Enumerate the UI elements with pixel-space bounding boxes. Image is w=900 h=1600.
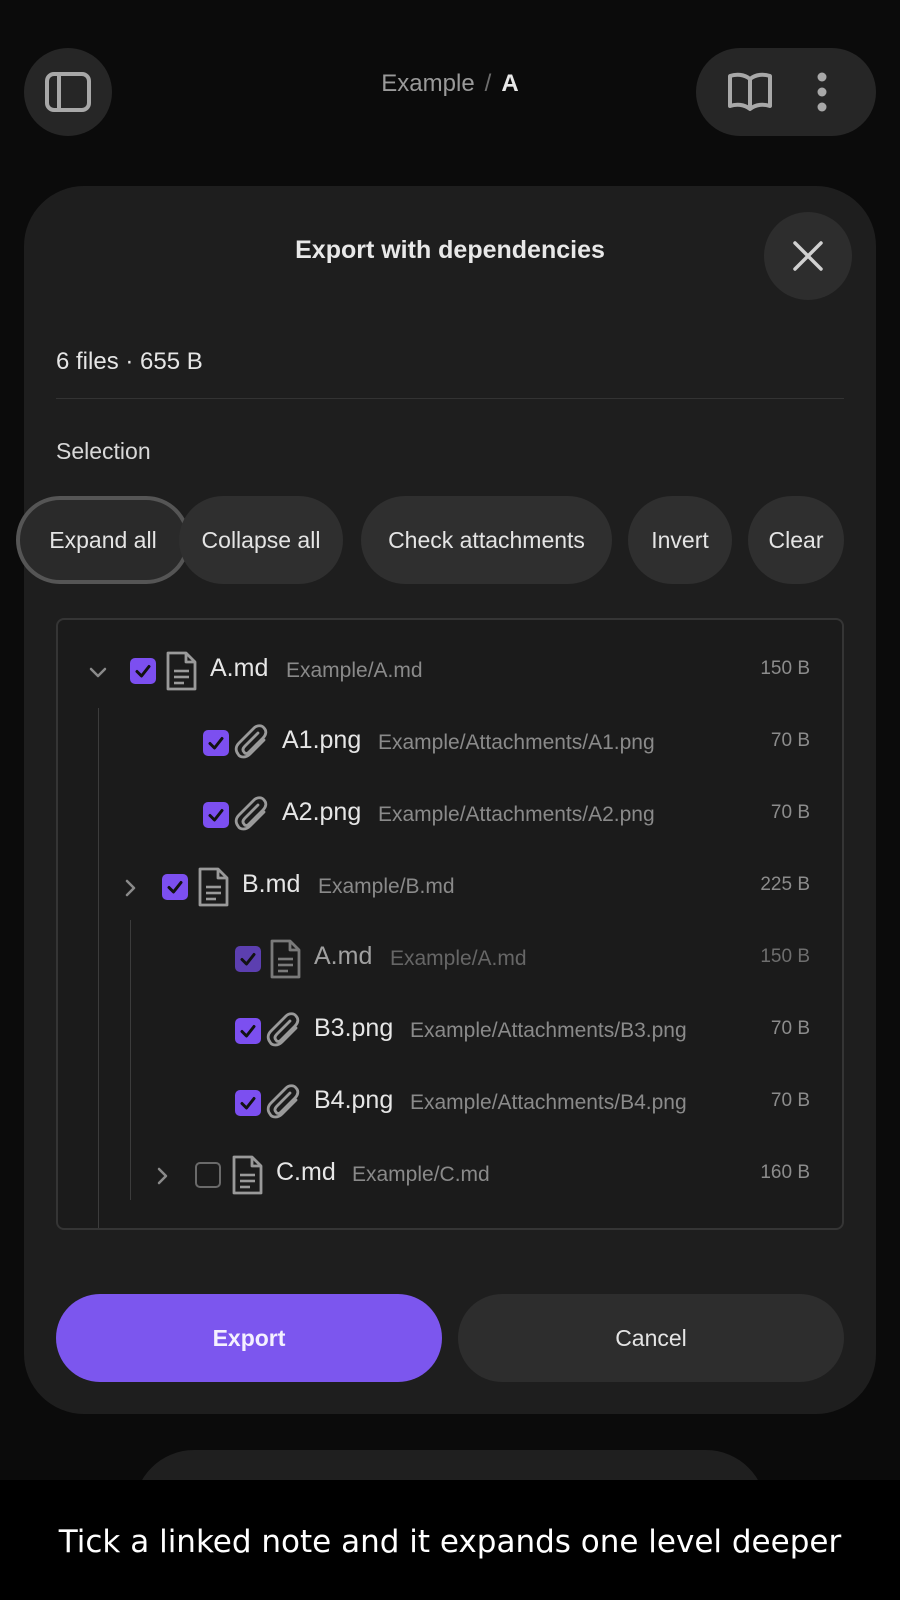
- selection-actions: Expand all Collapse all Check attachment…: [16, 496, 876, 586]
- check-icon: [208, 809, 224, 822]
- file-name: C.md: [276, 1158, 336, 1186]
- selection-heading: Selection: [56, 438, 151, 464]
- row-checkbox[interactable]: [162, 874, 188, 900]
- check-icon: [240, 1097, 256, 1110]
- file-path: Example/Attachments/A2.png: [378, 803, 655, 826]
- file-path: Example/B.md: [318, 875, 455, 898]
- tree-row[interactable]: A1.png Example/Attachments/A1.png 70 B: [58, 708, 842, 780]
- tree-row[interactable]: A.md Example/A.md 150 B: [58, 636, 842, 708]
- tree-row[interactable]: A2.png Example/Attachments/A2.png 70 B: [58, 780, 842, 852]
- divider: [56, 398, 844, 399]
- file-size: 160 B: [760, 1162, 810, 1183]
- file-path: Example/A.md: [390, 947, 527, 970]
- more-options-button[interactable]: [792, 62, 852, 122]
- row-checkbox[interactable]: [235, 946, 261, 972]
- file-path: Example/Attachments/B4.png: [410, 1091, 687, 1114]
- breadcrumb-parent[interactable]: Example: [381, 70, 474, 97]
- file-name: B3.png: [314, 1014, 394, 1042]
- file-size: 150 B: [760, 658, 810, 679]
- check-attachments-button[interactable]: Check attachments: [361, 496, 612, 584]
- row-checkbox[interactable]: [235, 1018, 261, 1044]
- file-text-icon: [232, 1155, 263, 1195]
- file-name: A1.png: [282, 726, 362, 754]
- chevron-down-icon[interactable]: [86, 660, 110, 684]
- export-summary: 6 files · 655 B: [56, 348, 203, 375]
- check-icon: [240, 1025, 256, 1038]
- breadcrumb-current: A: [501, 70, 519, 97]
- file-text-icon: [166, 651, 197, 691]
- file-name: B4.png: [314, 1086, 394, 1114]
- screen: Example / A Export with dependencies 6 fil…: [0, 0, 900, 1600]
- caption-text: Tick a linked note and it expands one le…: [58, 1524, 842, 1560]
- dialog-title: Export with dependencies: [295, 236, 605, 264]
- check-icon: [135, 665, 151, 678]
- row-checkbox[interactable]: [203, 802, 229, 828]
- paperclip-icon: [266, 1012, 300, 1047]
- file-name: B.md: [242, 870, 301, 898]
- tree-row[interactable]: B.md Example/B.md 225 B: [58, 852, 842, 924]
- file-path: Example/A.md: [286, 659, 423, 682]
- breadcrumb-separator: /: [484, 70, 492, 97]
- chevron-right-icon[interactable]: [150, 1164, 174, 1188]
- row-checkbox[interactable]: [195, 1162, 221, 1188]
- invert-button[interactable]: Invert: [628, 496, 732, 584]
- file-text-icon: [270, 939, 301, 979]
- check-icon: [167, 881, 183, 894]
- cancel-button[interactable]: Cancel: [458, 1294, 844, 1382]
- file-size: 70 B: [770, 730, 810, 751]
- tree-row[interactable]: B3.png Example/Attachments/B3.png 70 B: [58, 996, 842, 1068]
- paperclip-icon: [266, 1084, 300, 1119]
- tree-row[interactable]: C.md Example/C.md 160 B: [58, 1140, 842, 1212]
- header-actions: [696, 48, 876, 136]
- row-checkbox[interactable]: [203, 730, 229, 756]
- reading-view-button[interactable]: [720, 62, 780, 122]
- file-size: 70 B: [770, 1090, 810, 1111]
- file-size: 70 B: [770, 1018, 810, 1039]
- tree-row[interactable]: A.md Example/A.md 150 B: [58, 924, 842, 996]
- file-size: 150 B: [760, 946, 810, 967]
- paperclip-icon: [234, 796, 268, 831]
- chevron-right-icon[interactable]: [118, 876, 142, 900]
- file-size: 225 B: [760, 874, 810, 895]
- close-button[interactable]: [764, 212, 852, 300]
- tree-row[interactable]: B4.png Example/Attachments/B4.png 70 B: [58, 1068, 842, 1140]
- file-text-icon: [198, 867, 229, 907]
- paperclip-icon: [234, 724, 268, 759]
- row-checkbox[interactable]: [130, 658, 156, 684]
- file-path: Example/Attachments/A1.png: [378, 731, 655, 754]
- collapse-all-button[interactable]: Collapse all: [179, 496, 343, 584]
- file-tree: A.md Example/A.md 150 B A1.png Example/A…: [56, 618, 844, 1230]
- row-checkbox[interactable]: [235, 1090, 261, 1116]
- close-icon: [793, 241, 823, 271]
- file-size: 70 B: [770, 802, 810, 823]
- expand-all-button[interactable]: Expand all: [16, 496, 190, 584]
- file-name: A2.png: [282, 798, 362, 826]
- clear-button[interactable]: Clear: [748, 496, 844, 584]
- export-button[interactable]: Export: [56, 1294, 442, 1382]
- export-dialog: Export with dependencies 6 files · 655 B…: [16, 186, 876, 1414]
- file-path: Example/C.md: [352, 1163, 490, 1186]
- more-vertical-icon: [817, 72, 827, 112]
- file-name: A.md: [314, 942, 373, 970]
- check-icon: [208, 737, 224, 750]
- check-icon: [240, 953, 256, 966]
- file-path: Example/Attachments/B3.png: [410, 1019, 687, 1042]
- book-open-icon: [728, 72, 772, 111]
- file-name: A.md: [210, 654, 269, 682]
